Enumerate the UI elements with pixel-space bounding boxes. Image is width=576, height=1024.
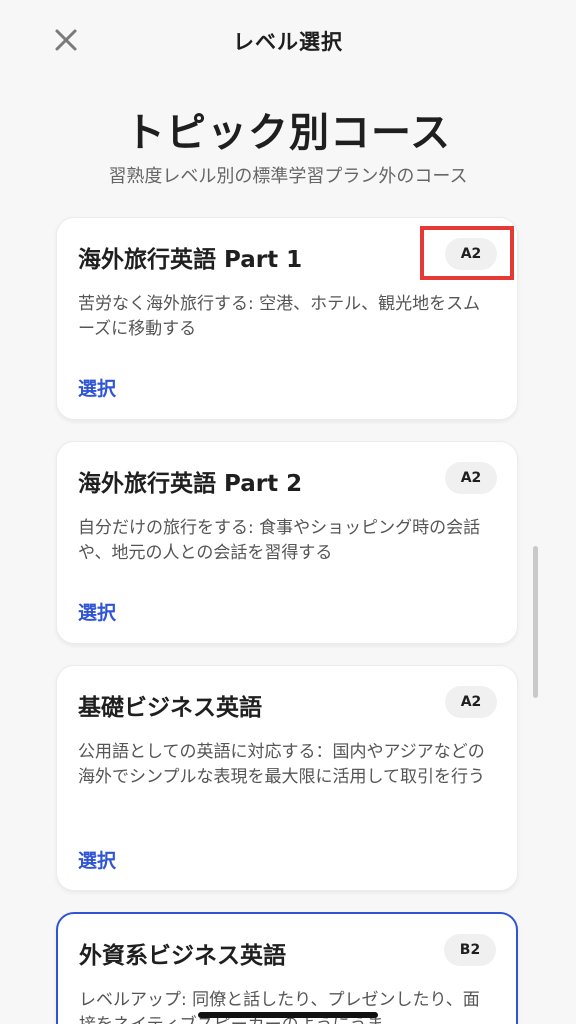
course-title: 外資系ビジネス英語 bbox=[79, 943, 286, 969]
home-indicator[interactable] bbox=[198, 1012, 378, 1018]
course-description: 自分だけの旅行をする: 食事やショッピング時の会話や、地元の人との会話を習得する bbox=[78, 518, 481, 563]
course-card-selected[interactable]: 外資系ビジネス英語 B2 レベルアップ: 同僚と話したり、プレゼンしたり、面接を… bbox=[56, 912, 518, 1024]
page-title: レベル選択 bbox=[233, 30, 343, 54]
course-card[interactable]: 海外旅行英語 Part 1 A2 苦労なく海外旅行する: 空港、ホテル、観光地を… bbox=[56, 217, 518, 420]
section-subtitle: 習熟度レベル別の標準学習プラン外のコース bbox=[108, 166, 468, 187]
course-title: 海外旅行英語 Part 1 bbox=[78, 247, 303, 273]
select-button[interactable]: 選択 bbox=[78, 374, 116, 401]
level-badge: A2 bbox=[445, 462, 497, 494]
level-badge: A2 bbox=[445, 686, 497, 718]
select-button[interactable]: 選択 bbox=[78, 598, 116, 625]
scrollbar[interactable] bbox=[533, 546, 538, 698]
level-badge: A2 bbox=[445, 238, 497, 270]
course-card[interactable]: 海外旅行英語 Part 2 A2 自分だけの旅行をする: 食事やショッピング時の… bbox=[56, 441, 518, 644]
section-title: トピック別コース bbox=[125, 110, 451, 156]
level-select-screen: レベル選択 トピック別コース 習熟度レベル別の標準学習プラン外のコース 海外旅行… bbox=[0, 0, 576, 1024]
level-badge: B2 bbox=[444, 934, 496, 966]
course-title: 海外旅行英語 Part 2 bbox=[78, 471, 303, 497]
course-description: レベルアップ: 同僚と話したり、プレゼンしたり、面接をネイティブスピーカーのよう… bbox=[79, 990, 480, 1024]
course-card[interactable]: 基礎ビジネス英語 A2 公用語としての英語に対応する：国内やアジアなどの海外でシ… bbox=[56, 665, 518, 891]
course-title: 基礎ビジネス英語 bbox=[78, 695, 262, 721]
select-button[interactable]: 選択 bbox=[78, 846, 116, 873]
course-description: 公用語としての英語に対応する：国内やアジアなどの海外でシンプルな表現を最大限に活… bbox=[78, 742, 485, 787]
course-description: 苦労なく海外旅行する: 空港、ホテル、観光地をスムーズに移動する bbox=[78, 294, 481, 339]
top-bar: レベル選択 bbox=[0, 0, 576, 84]
